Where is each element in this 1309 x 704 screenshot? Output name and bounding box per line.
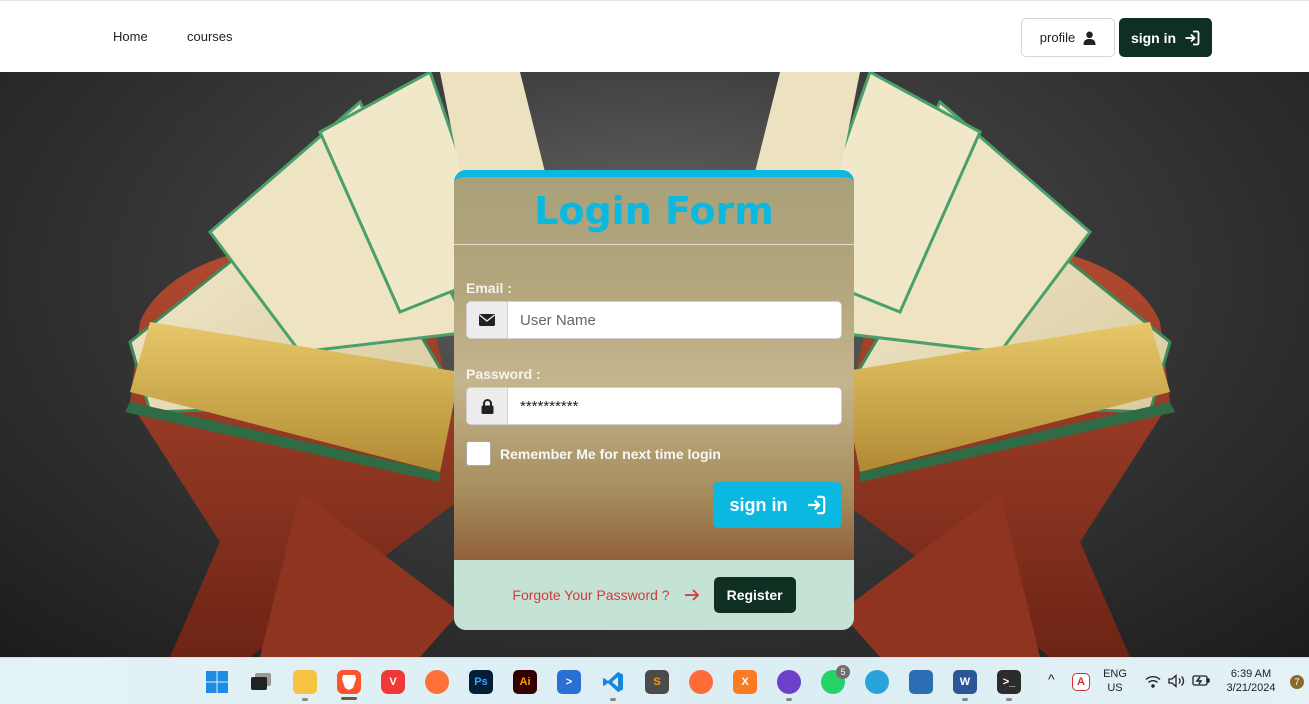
battery-icon[interactable] (1192, 674, 1210, 687)
profile-button[interactable]: profile (1021, 18, 1115, 57)
envelope-icon (467, 302, 508, 338)
sign-in-icon (1185, 30, 1200, 45)
email-input-group (466, 301, 842, 339)
clock-date: 3/21/2024 (1226, 682, 1276, 694)
top-navbar: Home courses profile sign in (0, 0, 1309, 72)
forgot-password-link[interactable]: Forgote Your Password ? (512, 587, 669, 603)
region-label: US (1107, 682, 1123, 694)
postman-icon[interactable] (689, 670, 713, 694)
volume-icon[interactable] (1168, 674, 1185, 688)
arrow-right-icon (684, 589, 699, 601)
profile-label: profile (1039, 30, 1076, 45)
user-icon (1083, 31, 1096, 45)
terminal-icon[interactable]: >_ (997, 670, 1021, 694)
lock-icon (467, 388, 508, 424)
file-explorer-indicator (302, 698, 308, 701)
nav-signin-button[interactable]: sign in (1119, 18, 1212, 57)
title-divider (454, 244, 854, 245)
pdf-tray-icon[interactable]: A (1072, 673, 1090, 691)
illustrator-icon[interactable]: Ai (513, 670, 537, 694)
vivaldi-browser-icon[interactable]: V (381, 670, 405, 694)
notepad-icon[interactable] (909, 670, 933, 694)
terminal-indicator (1006, 698, 1012, 701)
github-indicator (786, 698, 792, 701)
email-field[interactable] (508, 302, 841, 338)
sublime-text-icon[interactable]: S (645, 670, 669, 694)
password-input-group (466, 387, 842, 425)
password-label: Password : (466, 366, 541, 382)
chevron-up-icon[interactable]: ^ (1048, 672, 1055, 686)
brave-browser-icon[interactable] (337, 670, 361, 694)
clock-time: 6:39 AM (1230, 668, 1272, 680)
language-label: ENG (1103, 668, 1127, 680)
brave-active-indicator (341, 697, 357, 700)
vscode-icon[interactable] (601, 670, 625, 694)
nav-signin-label: sign in (1130, 29, 1177, 46)
signin-label: sign in (729, 494, 788, 515)
remember-me-row: Remember Me for next time login (466, 441, 721, 466)
nav-courses-link[interactable]: courses (187, 29, 233, 44)
email-label: Email : (466, 280, 512, 296)
register-button[interactable]: Register (713, 577, 796, 613)
sign-in-icon (807, 495, 825, 515)
remember-me-checkbox[interactable] (466, 441, 491, 466)
telegram-icon[interactable] (865, 670, 889, 694)
powershell-icon[interactable]: > (557, 670, 581, 694)
task-view-icon[interactable] (249, 670, 273, 694)
language-indicator[interactable]: ENG US (1100, 667, 1130, 695)
windows-start-icon[interactable] (205, 670, 229, 694)
login-form-card: Login Form Email : Password : Remember M… (454, 170, 854, 630)
photoshop-icon[interactable]: Ps (469, 670, 493, 694)
wifi-icon[interactable] (1145, 675, 1161, 688)
nav-home-link[interactable]: Home (113, 29, 148, 44)
whatsapp-badge: 5 (836, 665, 850, 679)
xampp-icon[interactable]: X (733, 670, 757, 694)
firefox-icon[interactable] (425, 670, 449, 694)
word-indicator (962, 698, 968, 701)
file-explorer-icon[interactable] (293, 670, 317, 694)
signin-button[interactable]: sign in (713, 482, 842, 528)
login-form-title: Login Form (534, 189, 774, 233)
windows-taskbar: V Ps Ai > S X 5 W >_ ^ A ENG US 6:39 AM … (0, 657, 1309, 704)
vscode-indicator (610, 698, 616, 701)
clock[interactable]: 6:39 AM 3/21/2024 (1222, 667, 1280, 695)
password-field[interactable] (508, 388, 841, 424)
remember-me-label: Remember Me for next time login (500, 445, 721, 462)
login-card-footer: Forgote Your Password ? Register (454, 560, 854, 630)
word-icon[interactable]: W (953, 670, 977, 694)
github-desktop-icon[interactable] (777, 670, 801, 694)
notification-badge[interactable]: 7 (1290, 675, 1304, 689)
